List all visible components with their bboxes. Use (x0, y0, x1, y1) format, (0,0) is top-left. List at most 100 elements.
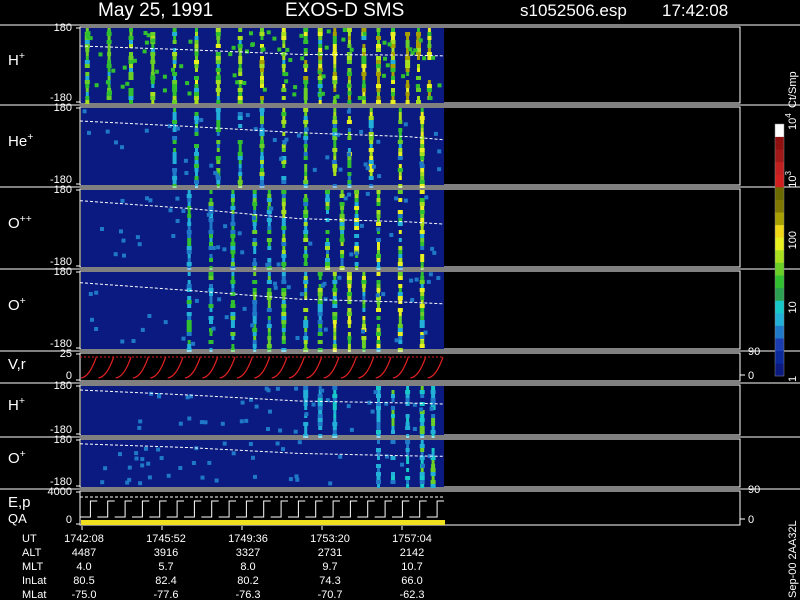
heatmap-cell (281, 276, 286, 280)
heatmap-cell (347, 132, 351, 136)
exos-d-sms-summary-plot: May 25, 1991 EXOS-D SMS s1052506.esp 17:… (0, 0, 800, 600)
y-tick-label: 0 (66, 514, 72, 526)
heatmap-cell (397, 324, 403, 328)
heatmap-cell (430, 484, 436, 488)
heatmap-cell (281, 250, 286, 254)
heatmap-cell (304, 406, 308, 410)
colorbar-tick-label: 103 (784, 170, 799, 187)
heatmap-cell (417, 56, 420, 60)
heatmap-cell (259, 128, 265, 132)
heatmap-cell (349, 252, 354, 257)
heatmap-cell (281, 198, 286, 202)
heatmap-cell (361, 329, 365, 334)
heatmap-cell (406, 444, 410, 448)
heatmap-cell (318, 44, 323, 48)
heatmap-cell (285, 47, 290, 52)
heatmap-cell (359, 223, 364, 228)
heatmap-cell (333, 88, 337, 92)
heatmap-cell (354, 202, 359, 206)
heatmap-cell (369, 108, 373, 112)
heatmap-cell (376, 64, 381, 68)
heatmap-cell (230, 332, 236, 336)
panel-label: H+ (8, 50, 25, 69)
heatmap-cell (304, 292, 308, 296)
heatmap-cell (303, 120, 309, 124)
heatmap-cell (354, 222, 360, 226)
heatmap-cell (231, 258, 235, 262)
heatmap-cell (267, 272, 271, 276)
heatmap-cell (376, 344, 381, 348)
heatmap-cell (84, 64, 90, 68)
heatmap-cell (267, 194, 272, 198)
heatmap-cell (347, 284, 352, 288)
heatmap-cell (398, 120, 403, 124)
heatmap-cell (304, 426, 308, 430)
heatmap-cell (294, 386, 299, 391)
heatmap-cell (172, 168, 178, 172)
heatmap-cell (215, 44, 221, 48)
colorbar-tick-label: 100 (787, 231, 799, 249)
heatmap-cell (194, 40, 199, 44)
heatmap-cell (361, 280, 367, 284)
heatmap-cell (253, 296, 257, 300)
heatmap-cell (224, 315, 229, 320)
heatmap-cell (281, 190, 287, 194)
heatmap-cell (284, 137, 289, 142)
heatmap-cell (260, 100, 264, 104)
heatmap-cell (195, 80, 198, 84)
heatmap-cell (391, 472, 395, 476)
heatmap-cell (304, 430, 308, 434)
heatmap-cell (317, 402, 323, 406)
heatmap-cell (230, 324, 235, 328)
heatmap-cell (325, 262, 330, 266)
heatmap-cell (347, 192, 352, 197)
heatmap-cell (426, 279, 431, 284)
heatmap-cell (414, 277, 419, 282)
heatmap-cell (303, 116, 308, 120)
heatmap-cell (146, 33, 151, 38)
footer-cell: 1742:08 (64, 533, 104, 545)
heatmap-cell (282, 124, 286, 128)
heatmap-cell (376, 190, 381, 194)
heatmap-cell (215, 60, 221, 64)
heatmap-cell (269, 206, 274, 211)
heatmap-cell (420, 128, 424, 132)
colorbar-segment (775, 136, 784, 150)
heatmap-cell (253, 210, 257, 214)
colorbar-tick-text: 100 (787, 231, 799, 249)
heatmap-cell (318, 56, 323, 60)
heatmap-cell (419, 444, 425, 448)
heatmap-cell (215, 80, 221, 84)
heatmap-cell (85, 52, 89, 56)
heatmap-cell (267, 230, 272, 234)
heatmap-cell (397, 168, 403, 172)
heatmap-cell (317, 93, 322, 98)
heatmap-cell (122, 65, 127, 70)
heatmap-cell (208, 288, 214, 292)
heatmap-cell (347, 96, 351, 100)
heatmap-cell (293, 429, 298, 434)
heatmap-cell (333, 276, 337, 280)
heatmap-cell (420, 394, 425, 398)
heatmap-cell (129, 64, 133, 68)
heatmap-cell (260, 124, 264, 128)
heatmap-cell (346, 28, 352, 32)
heatmap-cell (230, 320, 235, 324)
heatmap-cell (420, 132, 424, 136)
heatmap-cell (120, 339, 125, 344)
heatmap-cell (376, 410, 381, 414)
heatmap-cell (381, 73, 386, 78)
heatmap-cell (194, 160, 199, 164)
heatmap-cell (209, 284, 213, 288)
heatmap-cell (340, 254, 345, 258)
heatmap-cell (376, 28, 381, 32)
heatmap-cell (416, 44, 421, 48)
panel-label: O+ (8, 295, 26, 314)
heatmap-cell (187, 210, 191, 214)
heatmap-cell (288, 477, 293, 482)
heatmap-cell (175, 126, 180, 131)
heatmap-cell (231, 238, 235, 242)
heatmap-cell (105, 80, 110, 85)
heatmap-cell (416, 76, 421, 80)
heatmap-cell (281, 36, 287, 40)
